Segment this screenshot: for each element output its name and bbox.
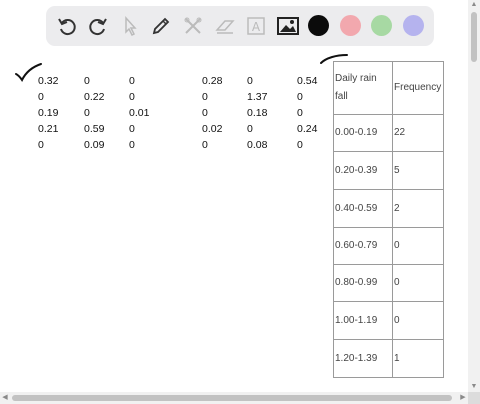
drawing-toolbar: A [46,6,434,46]
data-value: 0 [247,75,253,87]
data-value: 0 [297,107,303,119]
frequency-cell: 2 [392,189,444,228]
data-value: 0.08 [247,139,268,151]
data-value: 0 [202,107,208,119]
eraser-icon[interactable] [209,10,241,42]
range-cell: 0.80-0.99 [333,264,393,302]
range-cell: 1.20-1.39 [333,339,393,378]
table-row: 0.60-0.79 0 [333,227,444,265]
data-value: 0 [38,91,44,103]
frequency-cell: 0 [392,264,444,302]
data-value: 0.32 [38,75,59,87]
data-value: 1.37 [247,91,268,103]
range-cell: 0.60-0.79 [333,227,393,265]
horizontal-scroll-thumb[interactable] [12,395,452,401]
data-value: 0.59 [84,123,105,135]
range-cell: 0.20-0.39 [333,151,393,190]
data-value: 0 [84,107,90,119]
color-swatch-pink[interactable] [340,15,361,36]
data-value: 0.01 [129,107,150,119]
svg-text:A: A [252,20,261,34]
range-cell: 0.00-0.19 [333,114,393,152]
horizontal-scrollbar[interactable]: ◀ ▶ [0,392,468,404]
table-row: 0.00-0.19 22 [333,114,444,152]
data-value: 0.24 [297,123,318,135]
data-value: 0 [202,91,208,103]
range-cell: 0.40-0.59 [333,189,393,228]
tools-icon[interactable] [177,10,209,42]
data-value: 0 [129,91,135,103]
header-daily-rainfall: Daily rain fall [333,61,393,115]
data-value: 0 [202,139,208,151]
data-value: 0 [129,75,135,87]
data-value: 0.28 [202,75,223,87]
data-value: 0.19 [38,107,59,119]
table-row: 0.20-0.39 5 [333,151,444,190]
data-value: 0 [297,139,303,151]
data-value: 0 [84,75,90,87]
scrollbar-corner [468,392,480,404]
frequency-cell: 1 [392,339,444,378]
color-swatch-green[interactable] [371,15,392,36]
data-value: 0.21 [38,123,59,135]
pen-icon[interactable] [145,10,177,42]
data-value: 0 [247,123,253,135]
data-value: 0 [129,139,135,151]
color-swatch-black[interactable] [308,15,329,36]
table-row: 0.80-0.99 0 [333,264,444,302]
data-value: 0 [38,139,44,151]
table-row: 0.40-0.59 2 [333,189,444,228]
redo-icon[interactable] [82,10,114,42]
data-value: 0.22 [84,91,105,103]
image-icon[interactable] [272,10,304,42]
data-value: 0.02 [202,123,223,135]
text-icon[interactable]: A [240,10,272,42]
table-row: 1.00-1.19 0 [333,301,444,340]
undo-icon[interactable] [51,10,83,42]
data-value: 0.09 [84,139,105,151]
scroll-left-icon[interactable]: ◀ [0,392,10,404]
scroll-down-icon[interactable]: ▼ [468,382,480,392]
vertical-scrollbar[interactable]: ▲ ▼ [468,0,480,392]
table-header-row: Daily rain fall Frequency [333,61,444,115]
frequency-cell: 0 [392,227,444,265]
data-value: 0.54 [297,75,318,87]
data-value: 0 [129,123,135,135]
scroll-right-icon[interactable]: ▶ [458,392,468,404]
header-frequency: Frequency [392,61,444,115]
pointer-icon[interactable] [114,10,146,42]
frequency-cell: 5 [392,151,444,190]
range-cell: 1.00-1.19 [333,301,393,340]
color-swatch-purple[interactable] [403,15,424,36]
data-value: 0 [297,91,303,103]
table-row: 1.20-1.39 1 [333,339,444,378]
scroll-up-icon[interactable]: ▲ [468,0,480,10]
frequency-table: Daily rain fall Frequency 0.00-0.19 22 0… [333,61,444,378]
data-value: 0.18 [247,107,268,119]
frequency-cell: 22 [392,114,444,152]
frequency-cell: 0 [392,301,444,340]
vertical-scroll-thumb[interactable] [471,12,477,62]
